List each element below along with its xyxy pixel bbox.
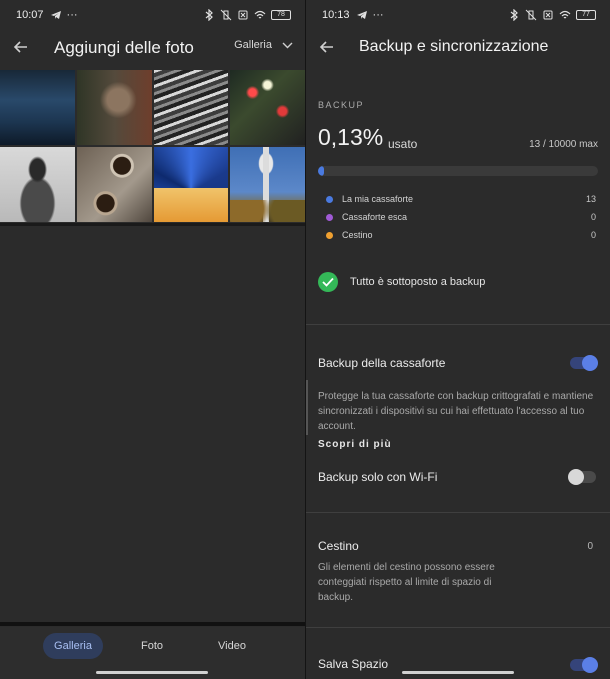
bluetooth-icon <box>510 9 518 21</box>
legend-label: La mia cassaforte <box>342 194 414 204</box>
photo-coffee[interactable] <box>76 147 152 222</box>
legend-count: 0 <box>590 212 596 222</box>
chevron-down-icon <box>282 42 293 48</box>
legend-label: Cestino <box>342 230 373 240</box>
sim-off-icon <box>543 10 553 20</box>
more-notifications-icon: ··· <box>372 9 384 21</box>
page-title: Aggiungi delle foto <box>54 38 194 57</box>
usage-percent: 0,13% <box>318 124 384 150</box>
status-time: 10:07 <box>16 9 44 21</box>
usage-progress-bar <box>318 166 598 176</box>
legend-item-decoy-vault: Cassaforte esca 0 <box>326 212 596 222</box>
battery-icon: 77 <box>576 10 596 20</box>
legend-item-trash: Cestino 0 <box>326 230 596 240</box>
vault-backup-description: Protegge la tua cassaforte con backup cr… <box>318 391 594 432</box>
bottom-nav: Galleria Foto Video <box>0 627 305 679</box>
legend-count: 0 <box>590 230 596 240</box>
trash-description: Gli elementi del cestino possono essere … <box>318 562 495 603</box>
photo-building[interactable] <box>153 147 229 222</box>
legend-item-vault: La mia cassaforte 13 <box>326 194 596 204</box>
wifi-only-title: Backup solo con Wi-Fi <box>318 470 438 484</box>
dot-icon <box>326 213 333 221</box>
back-arrow-icon[interactable] <box>318 38 336 56</box>
app-bar: Aggiungi delle foto Galleria <box>0 30 305 64</box>
tab-foto[interactable]: Foto <box>127 633 177 659</box>
divider <box>306 324 610 325</box>
vibrate-off-icon <box>525 9 537 21</box>
bluetooth-icon <box>205 9 213 21</box>
telegram-icon <box>50 11 61 19</box>
status-bar: 10:07 ··· 78 <box>0 0 305 30</box>
photo-space-needle[interactable] <box>230 147 305 222</box>
gallery-dropdown[interactable]: Galleria <box>234 39 293 51</box>
page-title: Backup e sincronizzazione <box>359 38 549 55</box>
wifi-icon <box>254 10 266 19</box>
backup-status: Tutto è sottoposto a backup <box>318 272 485 292</box>
more-notifications-icon: ··· <box>66 9 78 21</box>
status-bar: 10:13 ··· 77 <box>306 0 610 30</box>
trash-title: Cestino <box>318 539 359 553</box>
grid-next-row-edge <box>0 223 305 226</box>
home-indicator[interactable] <box>96 671 208 674</box>
usage-progress-fill <box>318 166 325 176</box>
save-space-toggle[interactable] <box>570 657 598 673</box>
backup-sync-screen: 10:13 ··· 77 Backup e sincronizzazione B… <box>306 0 610 679</box>
bottom-photo-strip <box>0 622 305 626</box>
sim-off-icon <box>238 10 248 20</box>
tab-video[interactable]: Video <box>207 633 257 659</box>
tab-galleria[interactable]: Galleria <box>43 633 103 659</box>
photo-rocks[interactable] <box>153 70 229 145</box>
legend-label: Cassaforte esca <box>342 212 408 222</box>
legend-count: 13 <box>585 194 596 204</box>
trash-count: 0 <box>587 541 593 552</box>
backup-status-text: Tutto è sottoposto a backup <box>350 276 486 288</box>
photo-grid <box>0 70 305 222</box>
back-arrow-icon[interactable] <box>12 38 30 56</box>
vault-backup-title: Backup della cassaforte <box>318 356 446 370</box>
wifi-icon <box>559 10 571 19</box>
wifi-only-toggle[interactable] <box>568 469 596 485</box>
save-space-title: Salva Spazio <box>318 657 389 671</box>
vibrate-off-icon <box>220 9 232 21</box>
learn-more-link[interactable]: Scopri di più <box>318 439 392 450</box>
divider <box>306 512 610 513</box>
photo-coyote[interactable] <box>76 70 152 145</box>
photo-sea[interactable] <box>0 70 75 145</box>
battery-icon: 78 <box>271 10 291 20</box>
dot-icon <box>326 231 333 239</box>
photo-person[interactable] <box>0 147 75 222</box>
app-bar: Backup e sincronizzazione <box>306 30 610 64</box>
dot-icon <box>326 195 333 203</box>
scrollbar[interactable] <box>306 380 308 435</box>
usage-label: usato <box>388 137 418 151</box>
divider <box>306 627 610 628</box>
check-circle-icon <box>318 272 338 292</box>
photo-neon-signs[interactable] <box>230 70 305 145</box>
telegram-icon <box>356 11 367 19</box>
home-indicator[interactable] <box>402 671 514 674</box>
backup-section-label: BACKUP <box>318 100 365 110</box>
usage-count: 13 / 10000 max <box>529 139 598 150</box>
add-photos-screen: 10:07 ··· 78 Aggiungi delle foto Galleri… <box>0 0 305 679</box>
vault-backup-toggle[interactable] <box>570 355 598 371</box>
status-time: 10:13 <box>322 9 350 21</box>
gallery-dropdown-label: Galleria <box>234 39 272 51</box>
